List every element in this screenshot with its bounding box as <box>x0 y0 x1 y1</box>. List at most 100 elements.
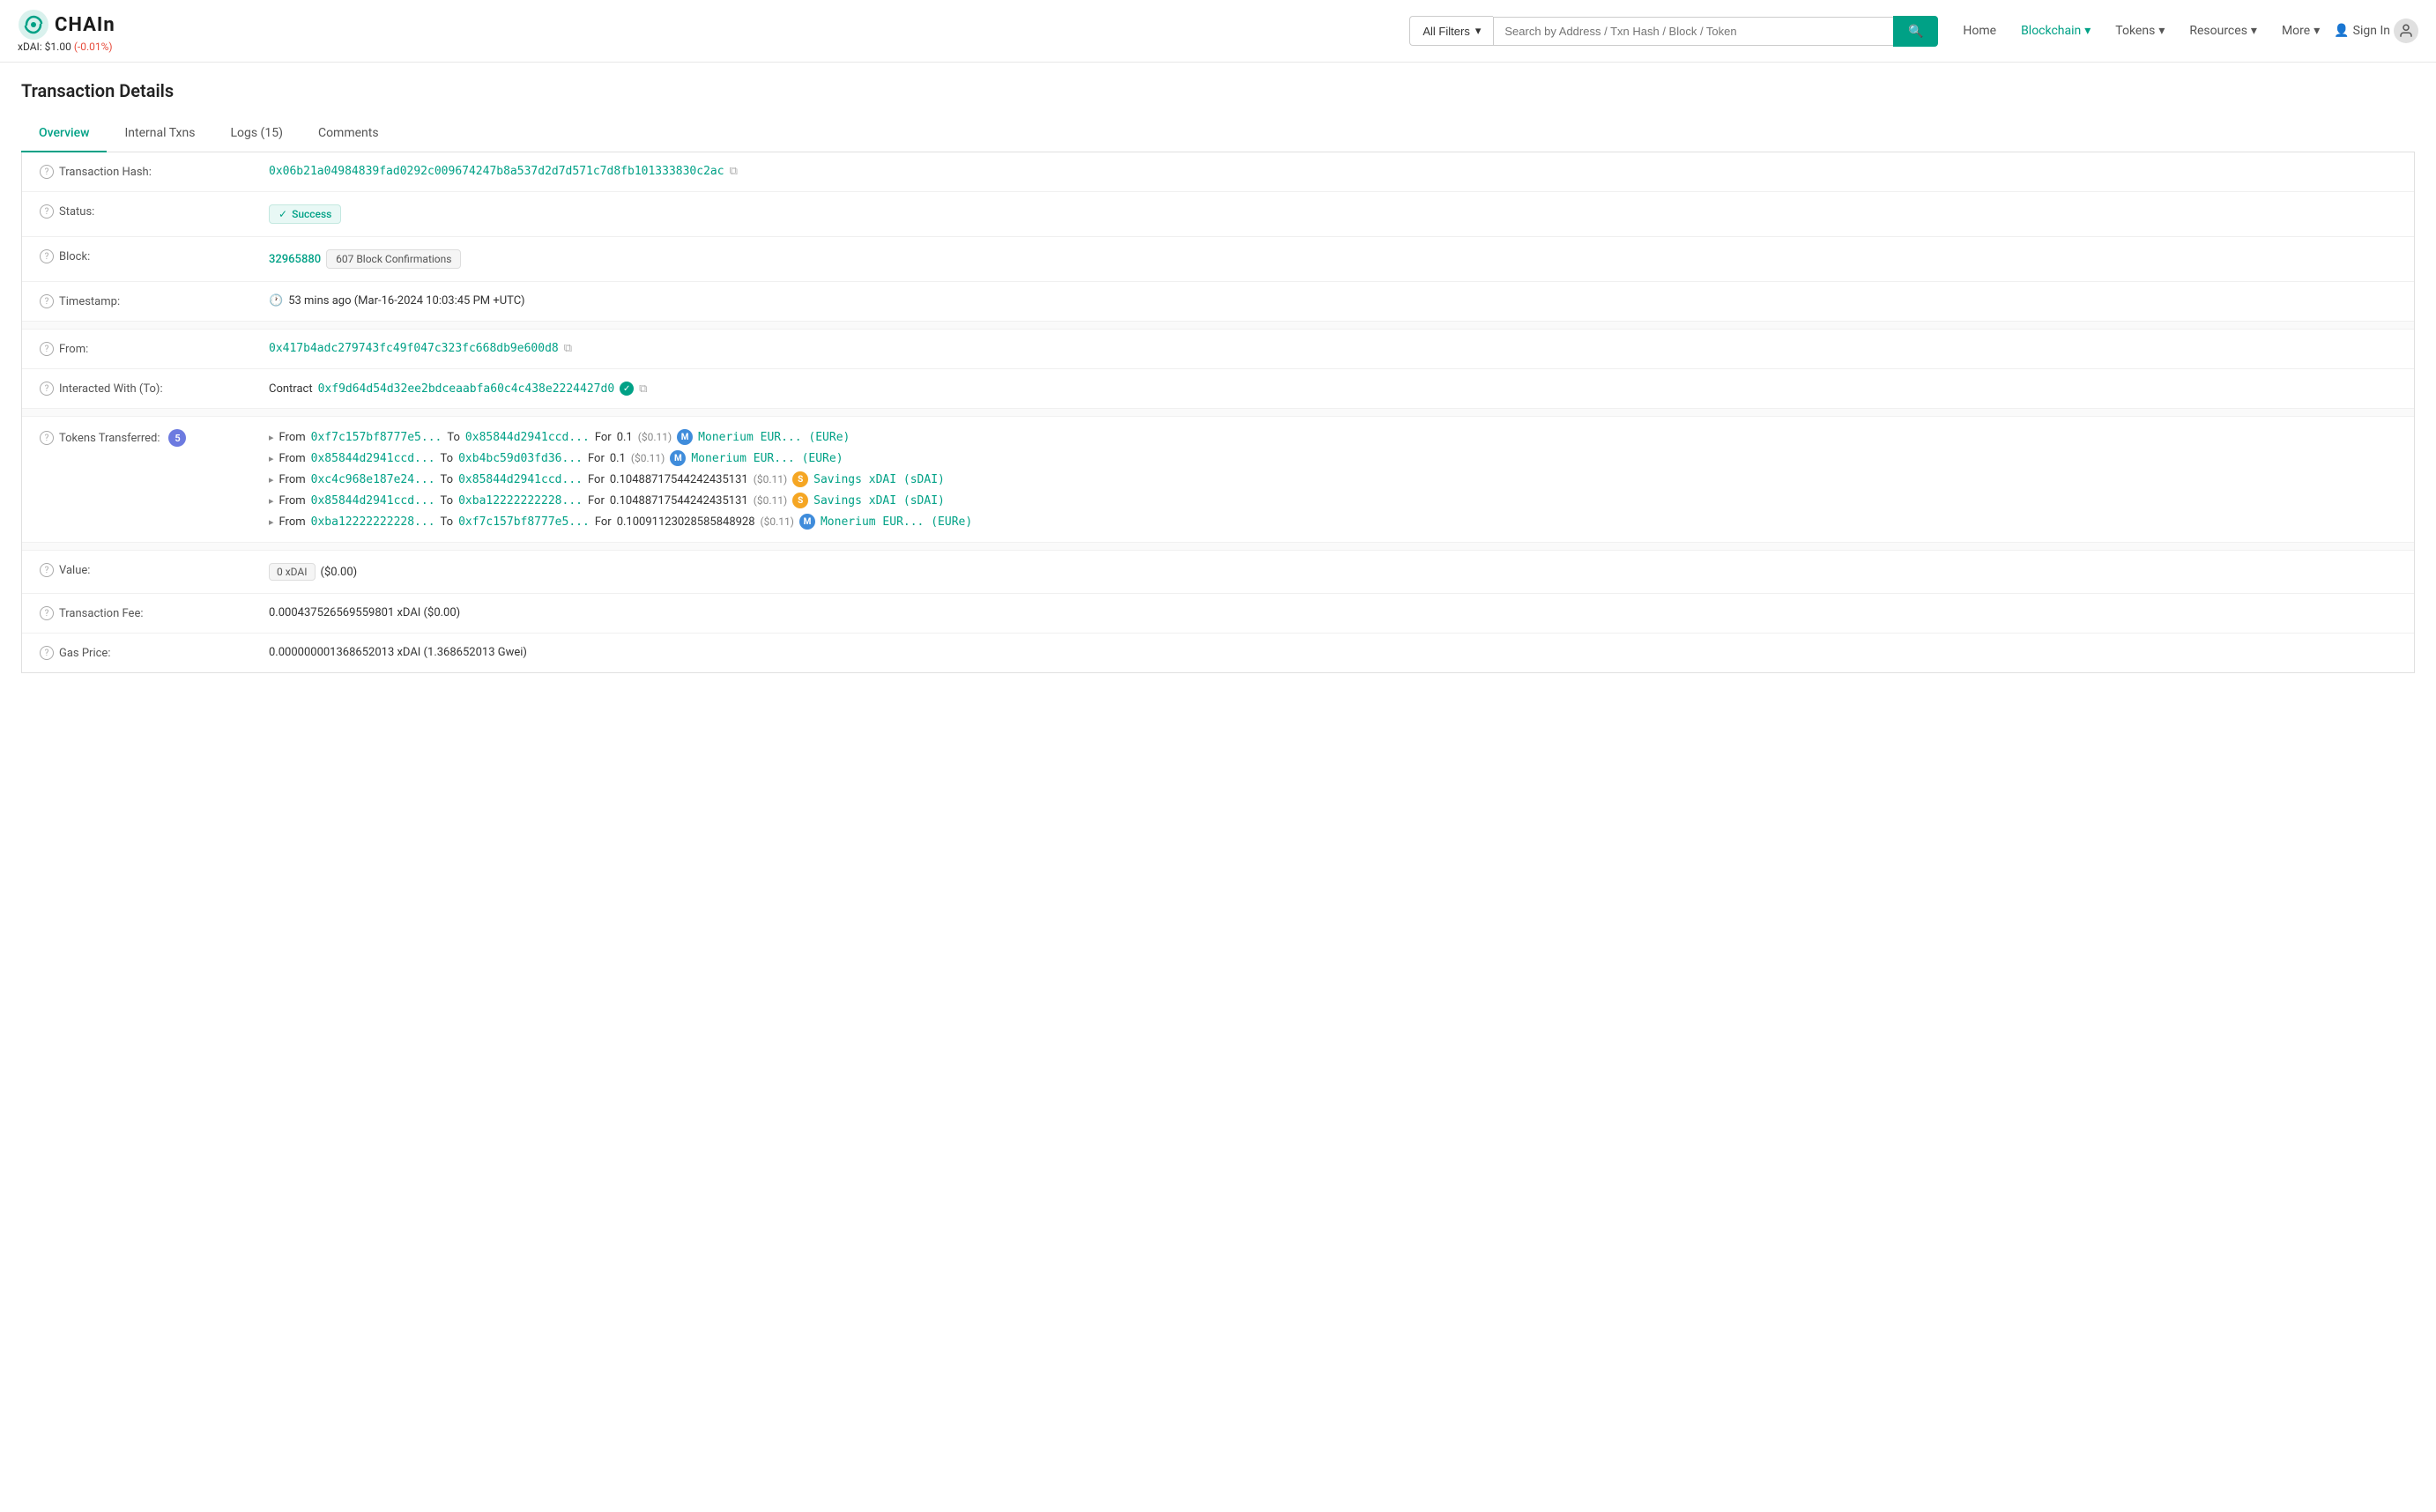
user-icon: 👤 <box>2334 24 2349 38</box>
search-icon: 🔍 <box>1908 24 1923 38</box>
nav-more[interactable]: More ▾ <box>2271 17 2330 45</box>
interacted-row: ? Interacted With (To): Contract 0xf9d64… <box>22 369 2414 409</box>
token-logo-savings: S <box>792 471 808 487</box>
copy-icon[interactable]: ⧉ <box>639 382 647 396</box>
help-icon[interactable]: ? <box>40 646 54 660</box>
token-usd: ($0.11) <box>638 431 672 443</box>
token-name-link[interactable]: Monerium EUR... (EURe) <box>821 515 972 529</box>
logo[interactable]: CHAIn <box>18 9 115 41</box>
token-amount: 0.10488717544242435131 <box>610 494 748 508</box>
price-value: xDAI: $1.00 <box>18 41 71 53</box>
status-badge: ✓ Success <box>269 204 341 224</box>
search-button[interactable]: 🔍 <box>1893 16 1938 47</box>
help-icon[interactable]: ? <box>40 165 54 179</box>
token-to-link[interactable]: 0xba12222222228... <box>458 494 583 508</box>
token-amount: 0.10091123028585848928 <box>617 515 755 529</box>
from-label-inline: From <box>279 431 306 444</box>
help-icon[interactable]: ? <box>40 342 54 356</box>
help-icon[interactable]: ? <box>40 431 54 445</box>
token-amount: 0.10488717544242435131 <box>610 473 748 486</box>
contract-address-link[interactable]: 0xf9d64d54d32ee2bdceaabfa60c4c438e222442… <box>318 382 615 396</box>
gas-row: ? Gas Price: 0.000000001368652013 xDAI (… <box>22 634 2414 672</box>
token-logo-monerium: M <box>677 429 693 445</box>
tx-hash-link[interactable]: 0x06b21a04984839fad0292c009674247b8a537d… <box>269 165 724 178</box>
from-address-link[interactable]: 0x417b4adc279743fc49f047c323fc668db9e600… <box>269 342 559 355</box>
token-logo-savings: S <box>792 493 808 508</box>
for-label-inline: For <box>588 473 605 486</box>
token-row: ▸ From 0xba12222222228... To 0xf7c157bf8… <box>269 514 972 530</box>
from-label-inline: From <box>279 473 306 486</box>
clock-icon: 🕐 <box>269 294 283 308</box>
tab-internal-txns[interactable]: Internal Txns <box>107 115 212 152</box>
tab-logs[interactable]: Logs (15) <box>212 115 301 152</box>
gas-label: ? Gas Price: <box>40 646 269 660</box>
arrow-icon: ▸ <box>269 432 274 443</box>
main-content: Transaction Details Overview Internal Tx… <box>0 63 2436 691</box>
price-change: (-0.01%) <box>74 41 113 53</box>
nav-blockchain[interactable]: Blockchain ▾ <box>2010 17 2101 45</box>
from-label-inline: From <box>279 494 306 508</box>
token-name-link[interactable]: Savings xDAI (sDAI) <box>813 494 945 508</box>
search-area: All Filters ▾ 🔍 <box>1409 16 1938 47</box>
help-icon[interactable]: ? <box>40 382 54 396</box>
to-label-inline: To <box>447 431 460 444</box>
token-name-link[interactable]: Monerium EUR... (EURe) <box>691 452 843 465</box>
help-icon[interactable]: ? <box>40 204 54 219</box>
token-from-link[interactable]: 0xf7c157bf8777e5... <box>311 431 442 444</box>
nav-resources[interactable]: Resources ▾ <box>2179 17 2268 45</box>
value-usd: ($0.00) <box>321 566 358 579</box>
help-icon[interactable]: ? <box>40 249 54 263</box>
token-to-link[interactable]: 0x85844d2941ccd... <box>458 473 583 486</box>
avatar[interactable] <box>2394 19 2418 43</box>
sign-in-button[interactable]: 👤 Sign In <box>2334 24 2390 38</box>
contract-prefix: Contract <box>269 382 313 396</box>
timestamp-label: ? Timestamp: <box>40 294 269 308</box>
token-name-link[interactable]: Monerium EUR... (EURe) <box>698 431 850 444</box>
token-row: ▸ From 0xf7c157bf8777e5... To 0x85844d29… <box>269 429 972 445</box>
status-label: ? Status: <box>40 204 269 219</box>
token-to-link[interactable]: 0xb4bc59d03fd36... <box>458 452 583 465</box>
for-label-inline: For <box>595 431 612 444</box>
from-value: 0x417b4adc279743fc49f047c323fc668db9e600… <box>269 342 2396 355</box>
token-to-link[interactable]: 0x85844d2941ccd... <box>465 431 590 444</box>
tabs-container: Overview Internal Txns Logs (15) Comment… <box>21 115 2415 152</box>
chevron-down-icon: ▾ <box>2251 24 2257 38</box>
nav-tokens[interactable]: Tokens ▾ <box>2105 17 2175 45</box>
tokens-value: ▸ From 0xf7c157bf8777e5... To 0x85844d29… <box>269 429 2396 530</box>
block-row: ? Block: 32965880 607 Block Confirmation… <box>22 237 2414 282</box>
chevron-down-icon: ▾ <box>2084 24 2091 38</box>
token-from-link[interactable]: 0xba12222222228... <box>311 515 435 529</box>
token-to-link[interactable]: 0xf7c157bf8777e5... <box>458 515 590 529</box>
token-logo-monerium: M <box>670 450 686 466</box>
block-number-link[interactable]: 32965880 <box>269 253 321 266</box>
token-usd: ($0.11) <box>631 452 665 464</box>
help-icon[interactable]: ? <box>40 294 54 308</box>
token-name-link[interactable]: Savings xDAI (sDAI) <box>813 473 945 486</box>
gas-value: 0.000000001368652013 xDAI (1.368652013 G… <box>269 646 2396 659</box>
copy-icon[interactable]: ⧉ <box>730 165 738 178</box>
timestamp-row: ? Timestamp: 🕐 53 mins ago (Mar-16-2024 … <box>22 282 2414 322</box>
search-input[interactable] <box>1493 17 1893 46</box>
token-usd: ($0.11) <box>761 515 794 528</box>
tokens-row: ? Tokens Transferred: 5 ▸ From 0xf7c157b… <box>22 417 2414 543</box>
to-label-inline: To <box>441 515 454 529</box>
token-from-link[interactable]: 0xc4c968e187e24... <box>311 473 435 486</box>
copy-icon[interactable]: ⧉ <box>564 342 572 355</box>
help-icon[interactable]: ? <box>40 563 54 577</box>
tab-comments[interactable]: Comments <box>301 115 397 152</box>
filter-dropdown-button[interactable]: All Filters ▾ <box>1409 16 1493 46</box>
block-label: ? Block: <box>40 249 269 263</box>
token-from-link[interactable]: 0x85844d2941ccd... <box>311 452 435 465</box>
token-from-link[interactable]: 0x85844d2941ccd... <box>311 494 435 508</box>
interacted-label: ? Interacted With (To): <box>40 382 269 396</box>
chevron-down-icon: ▾ <box>1475 24 1482 38</box>
logo-brand-text: CHAIn <box>55 14 115 36</box>
nav-home[interactable]: Home <box>1952 17 2007 45</box>
timestamp-value: 🕐 53 mins ago (Mar-16-2024 10:03:45 PM +… <box>269 294 2396 308</box>
tokens-label: ? Tokens Transferred: 5 <box>40 429 269 447</box>
confirmations-badge: 607 Block Confirmations <box>326 249 461 269</box>
tab-overview[interactable]: Overview <box>21 115 107 152</box>
help-icon[interactable]: ? <box>40 606 54 620</box>
filter-label: All Filters <box>1422 25 1469 38</box>
chevron-down-icon: ▾ <box>2313 24 2320 38</box>
